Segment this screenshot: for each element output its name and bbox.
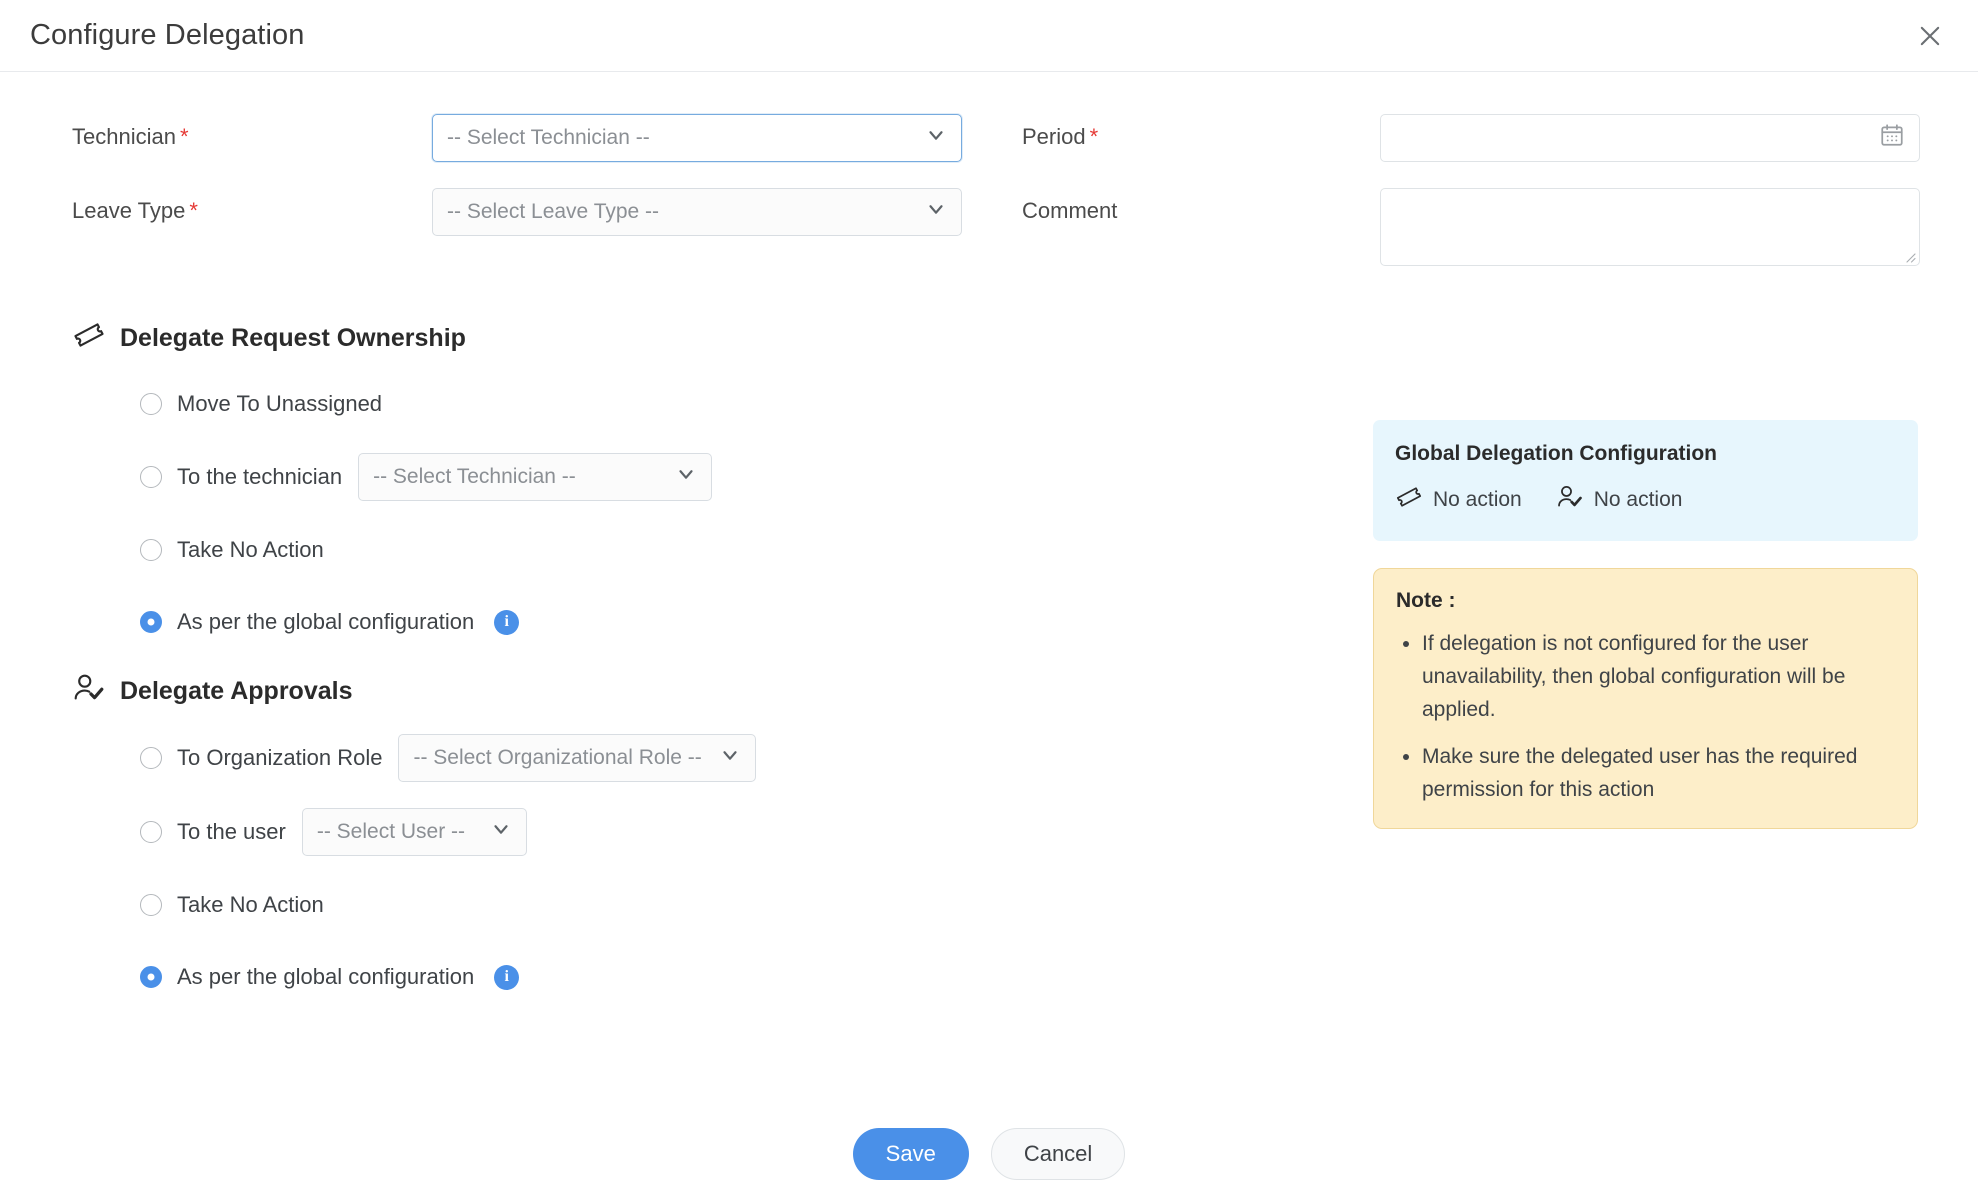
top-form-grid: Technician* -- Select Technician -- Leav…	[0, 72, 1978, 292]
radio-label-global-config-ownership: As per the global configuration	[177, 609, 474, 635]
radio-to-organization-role[interactable]	[140, 747, 162, 769]
global-panel-title: Global Delegation Configuration	[1395, 442, 1896, 466]
info-icon[interactable]: i	[494, 610, 519, 635]
note-list-item: If delegation is not configured for the …	[1422, 627, 1893, 727]
save-button[interactable]: Save	[853, 1128, 969, 1180]
radio-label-to-the-technician: To the technician	[177, 464, 342, 490]
ticket-icon	[72, 318, 106, 359]
radio-global-config-approvals[interactable]	[140, 966, 162, 988]
radio-take-no-action-ownership[interactable]	[140, 539, 162, 561]
radio-row-take-no-action-approvals[interactable]: Take No Action	[72, 882, 1978, 928]
leave-type-select[interactable]: -- Select Leave Type --	[432, 188, 962, 236]
field-row-comment: Comment	[1022, 188, 1978, 266]
ownership-section-header: Delegate Request Ownership	[72, 318, 1978, 359]
note-panel: Note : If delegation is not configured f…	[1373, 568, 1918, 829]
modal-body: Technician* -- Select Technician -- Leav…	[0, 72, 1978, 1201]
note-list-item: Make sure the delegated user has the req…	[1422, 740, 1893, 806]
info-icon[interactable]: i	[494, 965, 519, 990]
comment-label: Comment	[1022, 188, 1380, 224]
radio-label-take-no-action-approvals: Take No Action	[177, 892, 324, 918]
global-approvals-value: No action	[1594, 488, 1683, 512]
radio-label-take-no-action-ownership: Take No Action	[177, 537, 324, 563]
modal-footer: Save Cancel	[0, 1128, 1978, 1180]
field-row-period: Period*	[1022, 114, 1978, 162]
chevron-down-icon	[675, 463, 697, 491]
global-ownership-value: No action	[1433, 488, 1522, 512]
modal-header: Configure Delegation	[0, 0, 1978, 72]
radio-to-the-user[interactable]	[140, 821, 162, 843]
field-row-leave-type: Leave Type* -- Select Leave Type --	[72, 188, 1000, 236]
ownership-technician-select[interactable]: -- Select Technician --	[358, 453, 712, 501]
page-title: Configure Delegation	[30, 19, 304, 52]
calendar-icon[interactable]	[1879, 122, 1905, 154]
organization-role-select[interactable]: -- Select Organizational Role --	[398, 734, 756, 782]
comment-textarea[interactable]	[1380, 188, 1920, 266]
note-panel-title: Note :	[1396, 589, 1893, 613]
chevron-down-icon	[925, 124, 947, 152]
radio-to-the-technician[interactable]	[140, 466, 162, 488]
radio-global-config-ownership[interactable]	[140, 611, 162, 633]
chevron-down-icon	[490, 818, 512, 846]
form-column-right: Period*	[1000, 114, 1978, 292]
radio-label-to-organization-role: To Organization Role	[177, 745, 382, 771]
period-input[interactable]	[1380, 114, 1920, 162]
technician-select-value: -- Select Technician --	[447, 126, 650, 150]
leave-type-label: Leave Type*	[72, 188, 432, 224]
user-check-icon	[1556, 483, 1584, 517]
note-list: If delegation is not configured for the …	[1396, 627, 1893, 806]
resize-handle-icon[interactable]	[1902, 249, 1916, 263]
period-label-text: Period	[1022, 124, 1086, 149]
close-icon	[1916, 22, 1944, 50]
form-column-left: Technician* -- Select Technician -- Leav…	[0, 114, 1000, 292]
chevron-down-icon	[719, 744, 741, 772]
chevron-down-icon	[925, 198, 947, 226]
radio-row-global-config-approvals[interactable]: As per the global configuration i	[72, 954, 1978, 1000]
technician-select[interactable]: -- Select Technician --	[432, 114, 962, 162]
global-panel-values: No action No action	[1395, 483, 1896, 517]
user-select[interactable]: -- Select User --	[302, 808, 527, 856]
radio-label-move-to-unassigned: Move To Unassigned	[177, 391, 382, 417]
leave-type-select-value: -- Select Leave Type --	[447, 200, 659, 224]
leave-type-required-mark: *	[189, 198, 198, 223]
close-button[interactable]	[1908, 14, 1952, 58]
radio-label-to-the-user: To the user	[177, 819, 286, 845]
technician-required-mark: *	[180, 124, 189, 149]
period-label: Period*	[1022, 114, 1380, 150]
period-required-mark: *	[1090, 124, 1099, 149]
radio-label-global-config-approvals: As per the global configuration	[177, 964, 474, 990]
technician-label: Technician*	[72, 114, 432, 150]
radio-take-no-action-approvals[interactable]	[140, 894, 162, 916]
ticket-icon	[1395, 483, 1423, 517]
technician-label-text: Technician	[72, 124, 176, 149]
cancel-button[interactable]: Cancel	[991, 1128, 1125, 1180]
organization-role-select-value: -- Select Organizational Role --	[413, 746, 701, 770]
radio-move-to-unassigned[interactable]	[140, 393, 162, 415]
leave-type-label-text: Leave Type	[72, 198, 185, 223]
side-panels: Global Delegation Configuration No actio…	[1373, 420, 1918, 829]
ownership-section-title: Delegate Request Ownership	[120, 324, 466, 353]
global-delegation-configuration-panel: Global Delegation Configuration No actio…	[1373, 420, 1918, 541]
user-check-icon	[72, 671, 106, 712]
field-row-technician: Technician* -- Select Technician --	[72, 114, 1000, 162]
user-select-value: -- Select User --	[317, 820, 465, 844]
ownership-technician-select-value: -- Select Technician --	[373, 465, 576, 489]
approvals-section-title: Delegate Approvals	[120, 677, 352, 706]
